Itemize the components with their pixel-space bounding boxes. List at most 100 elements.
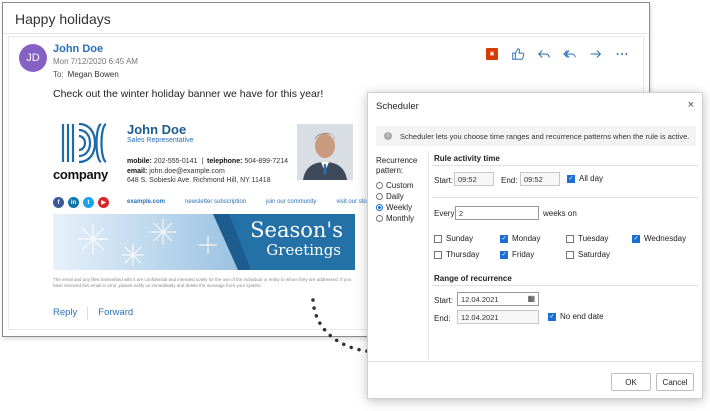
- checkbox-icon[interactable]: [500, 250, 508, 259]
- end-label: End:: [501, 176, 518, 185]
- radio-label: Daily: [386, 191, 404, 201]
- all-day-label: All day: [579, 174, 604, 183]
- range-start-value: 12.04.2021: [461, 295, 499, 304]
- checkbox-icon[interactable]: [434, 250, 442, 259]
- range-start-label: Start:: [434, 296, 454, 305]
- cancel-button[interactable]: Cancel: [656, 373, 694, 391]
- calendar-icon[interactable]: ▦: [527, 294, 535, 303]
- radio-custom[interactable]: Custom: [376, 180, 414, 190]
- link-newsletter[interactable]: newsletter subscription: [185, 199, 246, 205]
- start-label: Start:: [434, 176, 454, 185]
- message-date: Mon 7/12/2020 6:45 AM: [53, 57, 138, 66]
- signature-name: John Doe: [127, 122, 187, 137]
- info-text: Scheduler lets you choose time ranges an…: [400, 131, 690, 141]
- day-sunday[interactable]: Sunday: [434, 234, 473, 243]
- banner-subtitle: Greetings: [266, 241, 341, 259]
- signature-role: Sales Representative: [127, 137, 194, 144]
- all-day-checkbox[interactable]: All day: [567, 174, 603, 183]
- day-friday[interactable]: Friday: [500, 250, 534, 259]
- signature-address: 648 S. Sobieski Ave. Richmond Hill, NY 1…: [127, 177, 271, 184]
- recurrence-options: Custom Daily Weekly Monthly: [376, 180, 414, 223]
- scheduler-dialog: Scheduler × i Scheduler lets you choose …: [367, 92, 703, 399]
- signature-contact: mobile: 202-555-0141 | telephone: 504-89…: [127, 158, 288, 184]
- checkbox-icon[interactable]: [500, 234, 508, 243]
- weeks-on-label: weeks on: [543, 209, 577, 218]
- divider: [432, 285, 698, 286]
- avatar[interactable]: JD: [19, 44, 47, 72]
- like-icon[interactable]: [511, 47, 525, 61]
- recipient-line: To: Megan Bowen: [53, 70, 119, 79]
- office-icon[interactable]: ▣: [485, 47, 499, 61]
- day-monday[interactable]: Monday: [500, 234, 540, 243]
- telephone-number: 504-899-7214: [244, 158, 288, 165]
- radio-icon[interactable]: [376, 203, 383, 211]
- more-icon[interactable]: [615, 47, 629, 61]
- checkbox-icon[interactable]: [566, 250, 574, 259]
- link-community[interactable]: join our community: [266, 199, 316, 205]
- radio-monthly[interactable]: Monthly: [376, 213, 414, 223]
- day-label: Monday: [512, 234, 541, 243]
- info-icon: i: [384, 132, 392, 140]
- divider: [3, 33, 649, 34]
- divider: [432, 165, 698, 166]
- divider: [368, 361, 702, 362]
- day-wednesday[interactable]: Wednesday: [632, 234, 686, 243]
- no-end-date-label: No end date: [560, 312, 604, 321]
- day-label: Friday: [512, 250, 535, 259]
- radio-icon[interactable]: [376, 181, 383, 189]
- recipient-name[interactable]: Megan Bowen: [68, 70, 119, 79]
- reply-icon[interactable]: [537, 47, 551, 61]
- checkbox-icon[interactable]: [567, 174, 575, 183]
- profile-photo: [297, 124, 353, 180]
- checkbox-icon[interactable]: [548, 312, 556, 321]
- info-banner: i Scheduler lets you choose time ranges …: [376, 126, 696, 146]
- checkbox-icon[interactable]: [434, 234, 442, 243]
- range-title: Range of recurrence: [434, 274, 512, 283]
- day-saturday[interactable]: Saturday: [566, 250, 610, 259]
- day-label: Wednesday: [644, 234, 687, 243]
- twitter-icon[interactable]: t: [83, 197, 94, 208]
- checkbox-icon[interactable]: [566, 234, 574, 243]
- every-input[interactable]: 2: [455, 206, 539, 220]
- ok-button[interactable]: OK: [611, 373, 651, 391]
- start-time-field[interactable]: 09:52: [454, 172, 494, 186]
- divider: [87, 307, 89, 320]
- email-label: email:: [127, 167, 148, 175]
- checkbox-icon[interactable]: [632, 234, 640, 243]
- no-end-date-checkbox[interactable]: No end date: [548, 312, 604, 321]
- day-tuesday[interactable]: Tuesday: [566, 234, 608, 243]
- telephone-label: telephone:: [207, 158, 243, 165]
- message-toolbar: ▣: [485, 47, 629, 61]
- linkedin-icon[interactable]: in: [68, 197, 79, 208]
- radio-daily[interactable]: Daily: [376, 191, 414, 201]
- rule-activity-title: Rule activity time: [434, 154, 500, 163]
- to-label: To:: [53, 70, 64, 79]
- facebook-icon[interactable]: f: [53, 197, 64, 208]
- range-end-label: End:: [434, 314, 451, 323]
- day-thursday[interactable]: Thursday: [434, 250, 479, 259]
- disclaimer: The email and any files transmitted with…: [53, 277, 352, 288]
- holiday-banner[interactable]: Season's Greetings: [53, 214, 355, 270]
- day-label: Thursday: [446, 250, 480, 259]
- signature-email[interactable]: john.doe@example.com: [149, 168, 225, 175]
- reply-all-icon[interactable]: [563, 47, 577, 61]
- youtube-icon[interactable]: ▶: [98, 197, 109, 208]
- email-subject: Happy holidays: [15, 11, 111, 27]
- end-time-field[interactable]: 09:52: [520, 172, 560, 186]
- radio-label: Weekly: [386, 202, 413, 212]
- radio-icon[interactable]: [376, 214, 383, 222]
- reply-button[interactable]: Reply: [53, 307, 77, 320]
- mobile-number: 202-555-0141: [153, 158, 198, 165]
- close-icon[interactable]: ×: [688, 99, 694, 111]
- radio-weekly[interactable]: Weekly: [376, 202, 414, 212]
- company-name: company: [53, 167, 108, 182]
- sender-name[interactable]: John Doe: [53, 43, 103, 55]
- radio-label: Monthly: [386, 213, 415, 223]
- radio-icon[interactable]: [376, 192, 383, 200]
- range-start-date[interactable]: 12.04.2021 ▦: [457, 292, 539, 306]
- range-end-date[interactable]: 12.04.2021: [457, 310, 539, 324]
- forward-icon[interactable]: [589, 47, 603, 61]
- forward-button[interactable]: Forward: [98, 307, 133, 320]
- link-website[interactable]: example.com: [127, 199, 165, 205]
- social-links: f in t ▶: [53, 197, 109, 208]
